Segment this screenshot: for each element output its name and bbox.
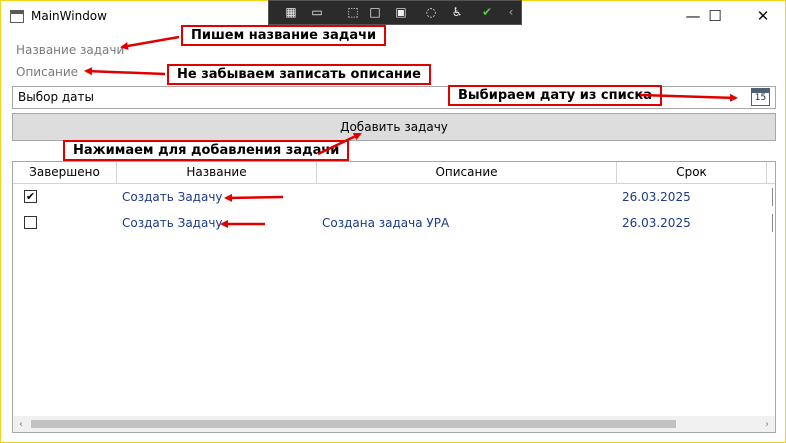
add-task-button[interactable]: Добавить задачу xyxy=(12,113,776,141)
annotation-write-description: Не забываем записать описание xyxy=(167,64,431,85)
column-header-due[interactable]: Срок xyxy=(617,162,767,183)
task-description-cell: Создана задача УРА xyxy=(322,216,450,230)
task-due-cell: 26.03.2025 xyxy=(622,216,691,230)
annotation-write-name: Пишем название задачи xyxy=(181,25,387,46)
window-title: MainWindow xyxy=(31,9,107,23)
maximize-button[interactable]: ☐ xyxy=(692,4,738,28)
annotation-press-add: Нажимаем для добавления задачи xyxy=(63,140,350,161)
annotation-choose-date: Выбираем дату из списка xyxy=(448,85,662,106)
column-header-done[interactable]: Завершено xyxy=(13,162,117,183)
track-focus-icon[interactable]: ▣ xyxy=(393,4,409,20)
window-icon xyxy=(10,10,24,23)
row-edge xyxy=(772,188,775,206)
horizontal-scrollbar[interactable]: ‹ › xyxy=(13,416,775,432)
table-row[interactable]: ✔ Создать Задачу 26.03.2025 xyxy=(13,184,775,210)
accessibility-icon[interactable]: ♿ xyxy=(449,4,465,20)
done-checkbox[interactable] xyxy=(24,216,37,229)
debug-toolbar: ▦ ▭ ⬚ □ ▣ ◌ ♿ ✔ ‹ xyxy=(268,0,522,25)
task-name-field[interactable]: Название задачи xyxy=(16,43,124,57)
grid-header: Завершено Название Описание Срок xyxy=(13,162,775,184)
video-icon[interactable]: ▭ xyxy=(309,4,325,20)
task-due-cell: 26.03.2025 xyxy=(622,190,691,204)
adorners-icon[interactable]: □ xyxy=(367,4,383,20)
column-header-description[interactable]: Описание xyxy=(317,162,617,183)
scroll-left-icon[interactable]: ‹ xyxy=(13,416,29,432)
calendar-icon-day: 15 xyxy=(754,93,767,103)
column-header-name[interactable]: Название xyxy=(117,162,317,183)
live-tree-icon[interactable]: ▦ xyxy=(283,4,299,20)
done-checkbox[interactable]: ✔ xyxy=(24,190,37,203)
check-icon[interactable]: ✔ xyxy=(479,4,495,20)
task-name-cell: Создать Задачу xyxy=(122,190,223,204)
binding-icon[interactable]: ◌ xyxy=(423,4,439,20)
date-picker-placeholder: Выбор даты xyxy=(18,90,94,104)
table-row[interactable]: Создать Задачу Создана задача УРА 26.03.… xyxy=(13,210,775,236)
close-button[interactable]: ✕ xyxy=(740,4,786,28)
task-name-cell: Создать Задачу xyxy=(122,216,223,230)
scrollbar-thumb[interactable] xyxy=(31,420,676,428)
description-field[interactable]: Описание xyxy=(16,65,78,79)
tasks-grid: Завершено Название Описание Срок ✔ Созда… xyxy=(12,161,776,433)
select-element-icon[interactable]: ⬚ xyxy=(345,4,361,20)
calendar-icon[interactable]: 15 xyxy=(751,88,770,106)
row-edge xyxy=(772,214,775,232)
scroll-right-icon[interactable]: › xyxy=(759,416,775,432)
collapse-icon[interactable]: ‹ xyxy=(503,4,519,20)
